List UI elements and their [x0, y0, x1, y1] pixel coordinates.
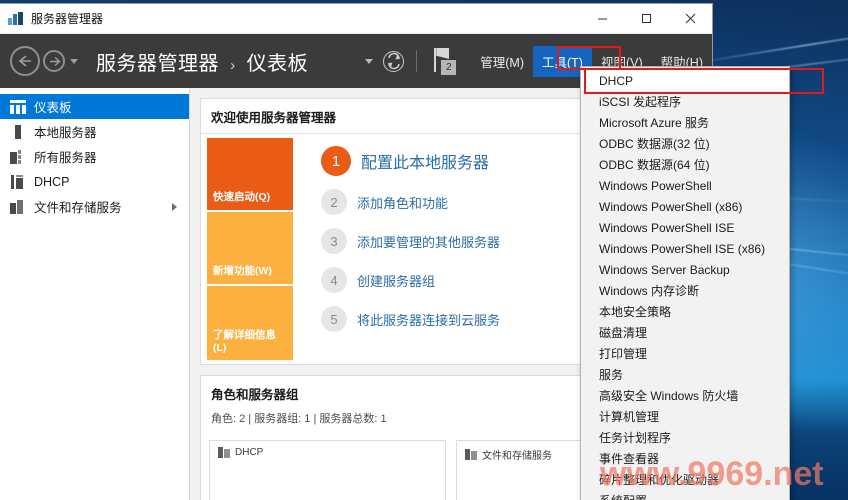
role-icon [465, 449, 477, 460]
tools-menu-item-event-viewer[interactable]: 事件查看器 [581, 448, 789, 469]
sidebar-item-label: DHCP [34, 174, 70, 189]
breadcrumb-separator: › [230, 56, 236, 74]
step-label[interactable]: 将此服务器连接到云服务 [357, 310, 500, 329]
step-label[interactable]: 配置此本地服务器 [361, 149, 489, 173]
tools-menu-item-dhcp[interactable]: DHCP [581, 70, 789, 91]
step-number: 1 [321, 146, 351, 176]
step-label[interactable]: 创建服务器组 [357, 271, 435, 290]
tools-menu-item-defragment-optimize-drives[interactable]: 碎片整理和优化驱动器 [581, 469, 789, 490]
tools-menu-item-powershell-ise-x86[interactable]: Windows PowerShell ISE (x86) [581, 238, 789, 259]
tile-label: 新增功能(W) [213, 265, 272, 277]
tools-menu-item-powershell-ise[interactable]: Windows PowerShell ISE [581, 217, 789, 238]
step-number: 3 [321, 228, 347, 254]
sidebar-item-label: 本地服务器 [34, 126, 97, 140]
tools-menu-item-windows-firewall-advanced[interactable]: 高级安全 Windows 防火墙 [581, 385, 789, 406]
step-number: 5 [321, 306, 347, 332]
sidebar-item-dhcp[interactable]: DHCP [0, 169, 189, 194]
tile-label: 了解详细信息(L) [213, 329, 276, 354]
step-label[interactable]: 添加要管理的其他服务器 [357, 232, 500, 251]
dashboard-icon [10, 99, 26, 114]
refresh-icon[interactable] [383, 50, 405, 72]
tools-menu-item-microsoft-azure-services[interactable]: Microsoft Azure 服务 [581, 112, 789, 133]
sidebar-item-local-server[interactable]: 本地服务器 [0, 119, 189, 144]
title-bar: 服务器管理器 [0, 4, 712, 34]
flag-cloth [436, 48, 450, 59]
sidebar-item-file-storage[interactable]: 文件和存储服务 [0, 194, 189, 219]
back-arrow-icon[interactable] [10, 46, 40, 76]
tools-menu-item-odbc-32[interactable]: ODBC 数据源(32 位) [581, 133, 789, 154]
role-icon [218, 447, 230, 458]
breadcrumb: 服务器管理器 › 仪表板 [96, 47, 308, 76]
dhcp-icon [10, 174, 26, 189]
flag-icon[interactable]: 2 [431, 46, 457, 76]
sidebar-item-dashboard[interactable]: 仪表板 [0, 94, 189, 119]
window-title: 服务器管理器 [31, 12, 104, 26]
role-card-name: DHCP [235, 447, 264, 458]
tools-menu-item-powershell[interactable]: Windows PowerShell [581, 175, 789, 196]
role-card-title: DHCP [218, 447, 437, 458]
quick-start-tiles: 快速启动(Q) 新增功能(W) 了解详细信息(L) [201, 134, 293, 364]
close-button[interactable] [668, 4, 712, 33]
tools-menu-item-iscsi-initiator[interactable]: iSCSI 发起程序 [581, 91, 789, 112]
minimize-button[interactable] [580, 4, 624, 33]
step-number: 4 [321, 267, 347, 293]
wallpaper-ray [691, 21, 848, 65]
tools-menu-item-print-management[interactable]: 打印管理 [581, 343, 789, 364]
tools-menu-item-memory-diagnostic[interactable]: Windows 内存诊断 [581, 280, 789, 301]
flag-pole [434, 48, 437, 72]
sidebar-item-label: 所有服务器 [34, 151, 97, 165]
step-label[interactable]: 添加角色和功能 [357, 193, 448, 212]
header-divider [416, 50, 418, 72]
chevron-right-icon[interactable] [172, 202, 177, 211]
tools-menu-item-local-security-policy[interactable]: 本地安全策略 [581, 301, 789, 322]
tools-menu-item-services[interactable]: 服务 [581, 364, 789, 385]
tile-quick-start[interactable]: 快速启动(Q) [207, 138, 293, 212]
history-dropdown-icon[interactable] [70, 58, 78, 64]
sidebar-item-all-servers[interactable]: 所有服务器 [0, 144, 189, 169]
breadcrumb-root[interactable]: 服务器管理器 [96, 53, 219, 75]
sidebar-item-label: 文件和存储服务 [34, 201, 122, 215]
tools-menu-item-powershell-x86[interactable]: Windows PowerShell (x86) [581, 196, 789, 217]
tools-menu-item-windows-server-backup[interactable]: Windows Server Backup [581, 259, 789, 280]
tools-menu-item-computer-management[interactable]: 计算机管理 [581, 406, 789, 427]
role-card-name: 文件和存储服务 [482, 451, 552, 462]
tile-whats-new[interactable]: 新增功能(W) [207, 212, 293, 286]
breadcrumb-current: 仪表板 [246, 52, 309, 75]
tools-menu-item-disk-cleanup[interactable]: 磁盘清理 [581, 322, 789, 343]
sidebar-item-label: 仪表板 [34, 101, 72, 115]
chevron-down-icon[interactable] [365, 58, 374, 64]
file-storage-icon [10, 199, 26, 214]
tile-label: 快速启动(Q) [213, 191, 271, 203]
server-manager-icon [8, 11, 24, 27]
all-servers-icon [10, 149, 26, 164]
tools-dropdown-menu: DHCP iSCSI 发起程序 Microsoft Azure 服务 ODBC … [580, 66, 790, 500]
step-number: 2 [321, 189, 347, 215]
tile-learn-more[interactable]: 了解详细信息(L) [207, 286, 293, 360]
tools-menu-item-odbc-64[interactable]: ODBC 数据源(64 位) [581, 154, 789, 175]
maximize-button[interactable] [624, 4, 668, 33]
tools-menu-item-system-configuration[interactable]: 系统配置 [581, 490, 789, 500]
navigation-sidebar: 仪表板 本地服务器 所有服务器 DHCP 文件和存储服务 [0, 88, 190, 500]
menu-manage[interactable]: 管理(M) [471, 46, 533, 77]
local-server-icon [10, 124, 26, 139]
role-card-dhcp[interactable]: DHCP [209, 440, 446, 500]
notification-count-badge: 2 [441, 60, 457, 75]
tools-menu-item-task-scheduler[interactable]: 任务计划程序 [581, 427, 789, 448]
forward-arrow-icon[interactable] [43, 50, 65, 72]
